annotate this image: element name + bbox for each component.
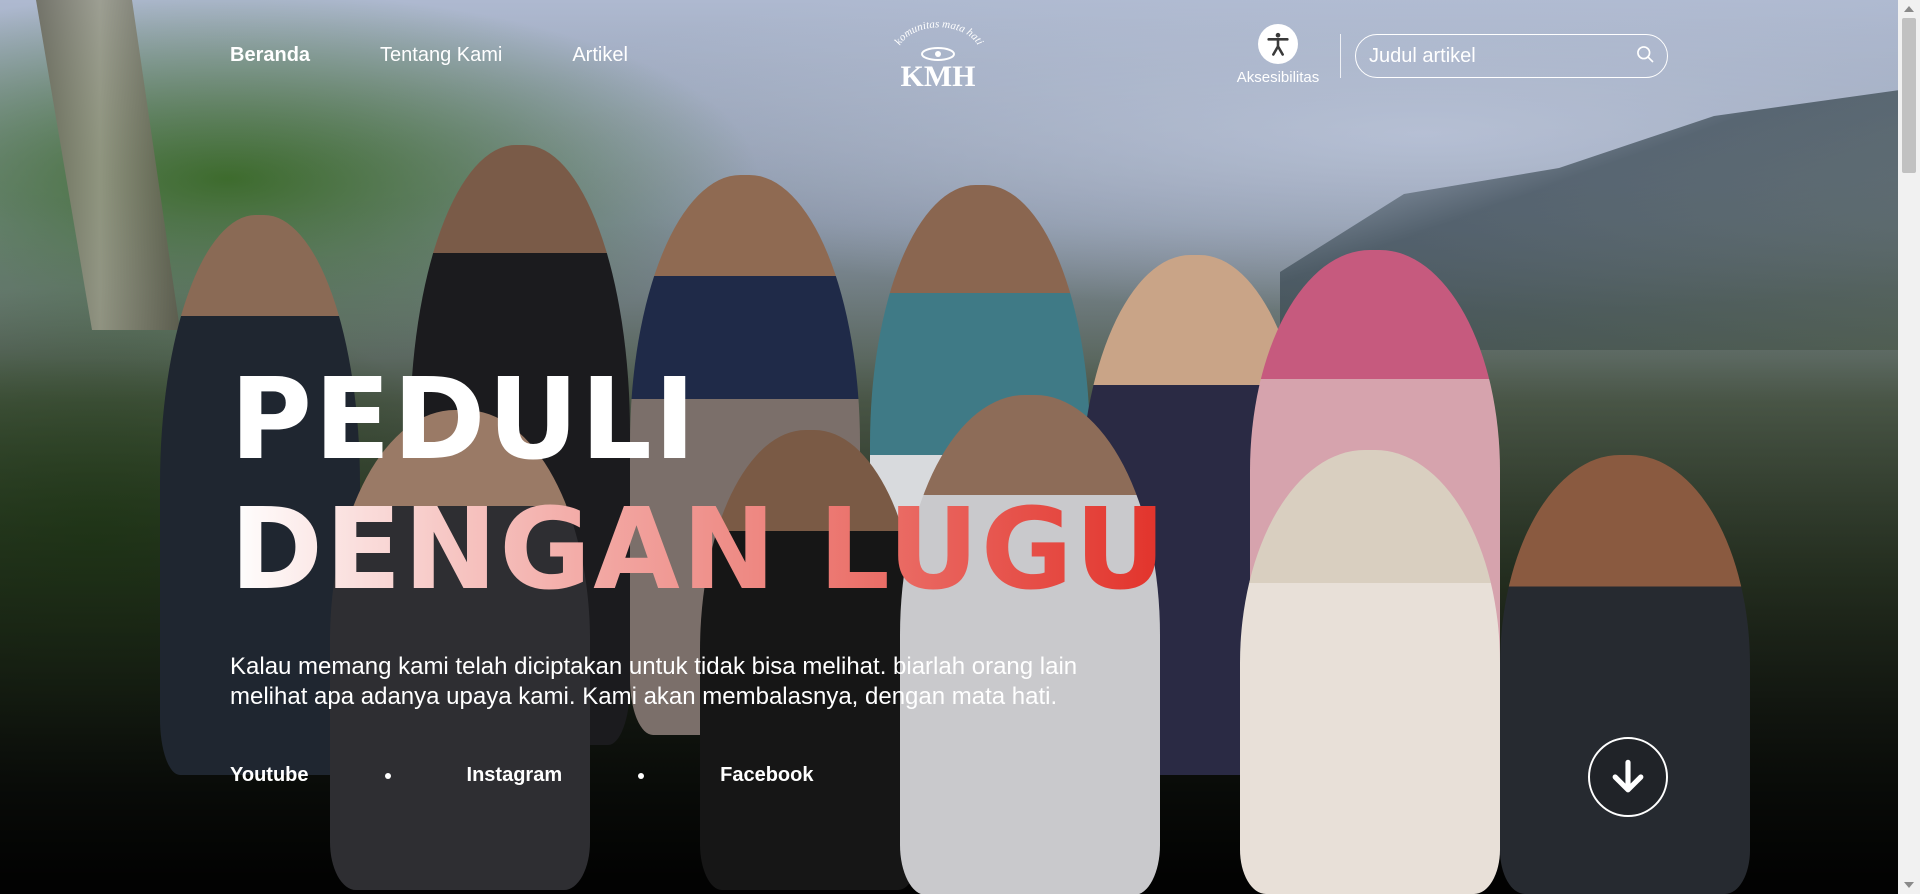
separator-dot (384, 772, 391, 779)
nav-item-beranda[interactable]: Beranda (230, 44, 310, 67)
hero-headline-line2: DENGAN LUGU (230, 485, 1168, 615)
hero-headline: PEDULI DENGAN LUGU (230, 355, 1168, 615)
search-box (1355, 34, 1668, 78)
site-logo[interactable]: komunitas mata hati KMH (888, 18, 988, 93)
social-links: Youtube Instagram Facebook (230, 764, 813, 787)
person-silhouette (1500, 455, 1750, 894)
logo-initials: KMH (901, 60, 976, 92)
social-link-instagram[interactable]: Instagram (467, 764, 563, 787)
scroll-up-arrow[interactable] (1904, 6, 1914, 12)
nav-item-tentang-kami[interactable]: Tentang Kami (380, 44, 502, 67)
scroll-thumb[interactable] (1902, 18, 1916, 173)
search-input[interactable] (1369, 44, 1635, 68)
hero-headline-line1: PEDULI (230, 355, 698, 485)
header-divider (1340, 34, 1341, 78)
arrow-down-icon (1612, 759, 1644, 793)
hero-tagline: Kalau memang kami telah diciptakan untuk… (230, 653, 1078, 710)
scroll-down-button[interactable] (1588, 737, 1668, 817)
accessibility-button[interactable]: Aksesibilitas (1232, 24, 1324, 86)
person-silhouette (1240, 450, 1500, 894)
logo-arc-text: komunitas mata hati (892, 18, 985, 47)
social-link-facebook[interactable]: Facebook (720, 764, 813, 787)
page-scrollbar[interactable] (1898, 0, 1920, 894)
social-link-youtube[interactable]: Youtube (230, 764, 309, 787)
accessibility-label: Aksesibilitas (1236, 69, 1320, 86)
separator-dot (638, 772, 645, 779)
scroll-down-arrow[interactable] (1904, 882, 1914, 888)
svg-text:komunitas mata hati: komunitas mata hati (892, 22, 985, 47)
search-icon[interactable] (1635, 44, 1655, 69)
accessibility-icon (1258, 24, 1298, 64)
tree-trunk (36, 0, 180, 330)
nav-item-artikel[interactable]: Artikel (572, 44, 628, 67)
main-nav: Beranda Tentang Kami Artikel (230, 44, 628, 67)
eye-logo-icon: komunitas mata hati KMH (892, 18, 985, 93)
